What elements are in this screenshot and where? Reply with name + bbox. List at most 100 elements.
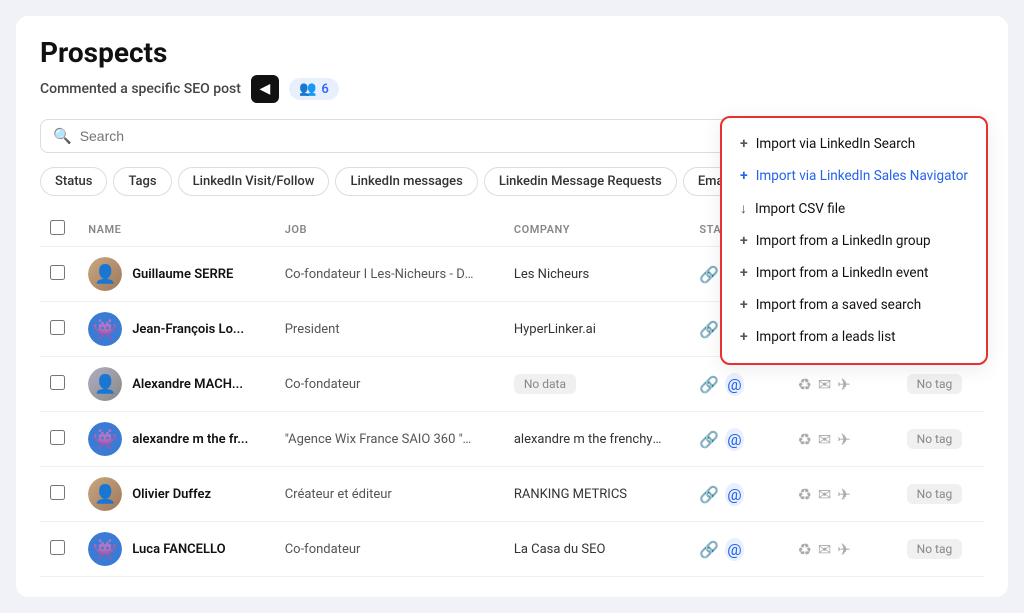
refresh-icon[interactable]: ♻ [798, 430, 812, 449]
no-tag-badge: No tag [907, 374, 963, 394]
prospect-job: Co-fondateur [285, 377, 475, 392]
prospect-company: alexandre m the frenchy an... [514, 432, 664, 447]
name-cell: 👤 Alexandre MACH... [88, 367, 265, 401]
avatar: 👾 [88, 422, 122, 456]
dropdown-item-import-via-linkedin-sales-navigator[interactable]: + Import via LinkedIn Sales Navigator [722, 160, 986, 192]
table-row: 👾 Luca FANCELLO Co-fondateur La Casa du … [40, 522, 984, 577]
no-tag-badge: No tag [907, 539, 963, 559]
row-checkbox[interactable] [50, 320, 65, 335]
refresh-icon[interactable]: ♻ [798, 375, 812, 394]
row-checkbox[interactable] [50, 485, 65, 500]
no-data-badge: No data [514, 374, 576, 394]
main-container: Prospects Commented a specific SEO post … [16, 16, 1008, 597]
tab-linkedin-message-requests[interactable]: Linkedin Message Requests [484, 167, 677, 196]
download-icon: ↓ [740, 200, 747, 217]
plus-icon: + [740, 136, 748, 152]
no-tag-badge: No tag [907, 429, 963, 449]
email-icon[interactable]: @ [725, 373, 743, 396]
people-icon: 👥 [299, 81, 316, 97]
prospect-job: Créateur et éditeur [285, 487, 475, 502]
link-icon[interactable]: 🔗 [699, 375, 719, 394]
dropdown-item-import-from-a-leads-list[interactable]: + Import from a leads list [722, 321, 986, 353]
action-icons: ♻ ✉ ✈ [798, 375, 887, 394]
search-icon: 🔍 [53, 127, 72, 145]
prospect-company: HyperLinker.ai [514, 322, 664, 337]
prospect-job: Co-fondateur I Les-Nicheurs - Devenez la… [285, 267, 475, 282]
avatar: 👤 [88, 367, 122, 401]
tab-linkedin-visitfollow[interactable]: LinkedIn Visit/Follow [178, 167, 330, 196]
count-value: 6 [321, 82, 328, 97]
link-icon[interactable]: 🔗 [699, 265, 719, 284]
subtitle-row: Commented a specific SEO post ◀ 👥 6 [40, 75, 984, 103]
send-icon[interactable]: ✈ [837, 430, 850, 449]
email-icon[interactable]: @ [725, 428, 743, 451]
plus-icon: + [740, 297, 748, 313]
table-row: 👾 alexandre m the fr... "Agence Wix Fran… [40, 412, 984, 467]
table-row: 👤 Olivier Duffez Créateur et éditeur RAN… [40, 467, 984, 522]
prospect-job: "Agence Wix France SAIO 360 "alexandre .… [285, 432, 475, 447]
dropdown-item-label: Import CSV file [755, 201, 845, 217]
link-icon[interactable]: 🔗 [699, 320, 719, 339]
row-checkbox[interactable] [50, 265, 65, 280]
prospect-name: alexandre m the fr... [132, 432, 248, 447]
prospect-company: La Casa du SEO [514, 542, 664, 557]
dropdown-item-import-via-linkedin-search[interactable]: + Import via LinkedIn Search [722, 128, 986, 160]
back-icon: ◀ [260, 81, 271, 97]
dropdown-item-label: Import from a LinkedIn group [756, 233, 931, 249]
envelope-icon[interactable]: ✉ [818, 430, 831, 449]
link-icon[interactable]: 🔗 [699, 540, 719, 559]
prospect-job: President [285, 322, 475, 337]
dropdown-item-label: Import via LinkedIn Search [756, 136, 915, 152]
status-icons: 🔗 @ [699, 428, 777, 451]
prospect-name: Olivier Duffez [132, 487, 211, 502]
status-icons: 🔗 @ [699, 373, 777, 396]
tab-tags[interactable]: Tags [113, 167, 171, 196]
tab-linkedin-messages[interactable]: LinkedIn messages [335, 167, 477, 196]
dropdown-item-label: Import via LinkedIn Sales Navigator [756, 168, 968, 184]
dropdown-item-label: Import from a leads list [756, 329, 896, 345]
action-icons: ♻ ✉ ✈ [798, 430, 887, 449]
status-icons: 🔗 @ [699, 483, 777, 506]
email-icon[interactable]: @ [725, 483, 743, 506]
prospect-name: Jean-François Lo... [132, 322, 244, 337]
envelope-icon[interactable]: ✉ [818, 375, 831, 394]
prospect-company: RANKING METRICS [514, 487, 664, 502]
prospect-name: Alexandre MACH... [132, 377, 243, 392]
envelope-icon[interactable]: ✉ [818, 540, 831, 559]
select-all-checkbox[interactable] [50, 220, 65, 235]
dropdown-item-import-from-a-saved-search[interactable]: + Import from a saved search [722, 289, 986, 321]
subtitle-text: Commented a specific SEO post [40, 81, 241, 97]
row-checkbox[interactable] [50, 375, 65, 390]
refresh-icon[interactable]: ♻ [798, 485, 812, 504]
link-icon[interactable]: 🔗 [699, 485, 719, 504]
avatar: 👾 [88, 532, 122, 566]
status-icons: 🔗 @ [699, 538, 777, 561]
send-icon[interactable]: ✈ [837, 375, 850, 394]
row-checkbox[interactable] [50, 430, 65, 445]
back-button[interactable]: ◀ [251, 75, 279, 103]
count-badge: 👥 6 [289, 78, 339, 100]
prospect-name: Guillaume SERRE [132, 267, 233, 282]
plus-icon: + [740, 265, 748, 281]
email-icon[interactable]: @ [725, 538, 743, 561]
tab-status[interactable]: Status [40, 167, 107, 196]
avatar: 👤 [88, 477, 122, 511]
send-icon[interactable]: ✈ [837, 540, 850, 559]
dropdown-item-label: Import from a saved search [756, 297, 921, 313]
col-header-company: COMPANY [504, 212, 690, 247]
refresh-icon[interactable]: ♻ [798, 540, 812, 559]
send-icon[interactable]: ✈ [837, 485, 850, 504]
avatar: 👤 [88, 257, 122, 291]
avatar: 👾 [88, 312, 122, 346]
row-checkbox[interactable] [50, 540, 65, 555]
dropdown-item-import-from-a-linkedin-event[interactable]: + Import from a LinkedIn event [722, 257, 986, 289]
dropdown-item-import-from-a-linkedin-group[interactable]: + Import from a LinkedIn group [722, 225, 986, 257]
dropdown-item-import-csv-file[interactable]: ↓ Import CSV file [722, 192, 986, 225]
envelope-icon[interactable]: ✉ [818, 485, 831, 504]
prospect-company: Les Nicheurs [514, 267, 664, 282]
name-cell: 👾 alexandre m the fr... [88, 422, 265, 456]
import-dropdown-menu: + Import via LinkedIn Search + Import vi… [720, 116, 988, 365]
name-cell: 👾 Luca FANCELLO [88, 532, 265, 566]
link-icon[interactable]: 🔗 [699, 430, 719, 449]
no-tag-badge: No tag [907, 484, 963, 504]
